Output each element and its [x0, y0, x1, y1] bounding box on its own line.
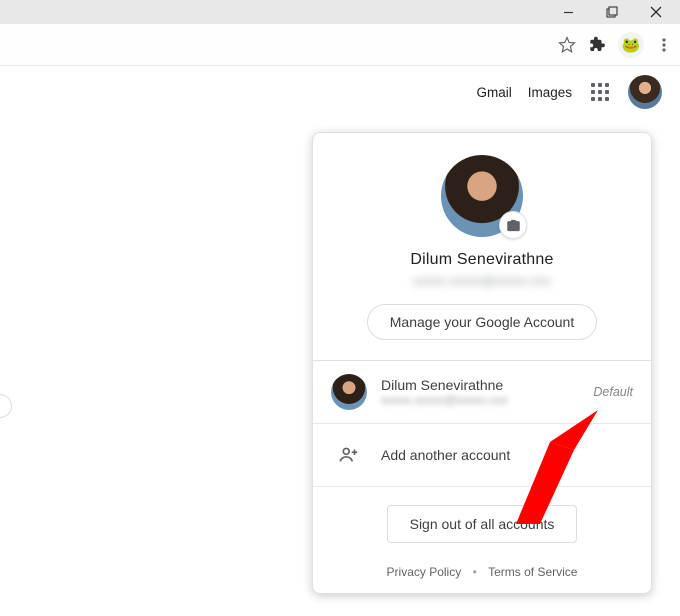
account-menu-footer: Privacy Policy • Terms of Service — [313, 565, 651, 579]
account-row-name: Dilum Senevirathne — [381, 377, 579, 393]
account-row[interactable]: Dilum Senevirathne xxxxx.xxxxx@xxxxx.xxx… — [313, 361, 651, 424]
profile-section: Dilum Senevirathne xxxxx.xxxxx@xxxxx.xxx… — [313, 133, 651, 361]
google-header: Gmail Images — [0, 66, 680, 118]
signout-section: Sign out of all accounts — [313, 487, 651, 551]
browser-profile-chip[interactable]: 🐸 — [618, 32, 644, 58]
browser-toolbar: 🐸 — [0, 24, 680, 66]
profile-email: xxxxx.xxxxx@xxxxx.xxx — [333, 273, 631, 288]
account-menu: Dilum Senevirathne xxxxx.xxxxx@xxxxx.xxx… — [312, 132, 652, 594]
carousel-nav-left[interactable] — [0, 394, 12, 418]
terms-link[interactable]: Terms of Service — [488, 565, 577, 579]
person-add-icon — [331, 437, 367, 473]
profile-name: Dilum Senevirathne — [333, 251, 631, 269]
privacy-policy-link[interactable]: Privacy Policy — [387, 565, 462, 579]
account-row-avatar — [331, 374, 367, 410]
window-maximize-button[interactable] — [590, 0, 634, 24]
account-row-text: Dilum Senevirathne xxxxx.xxxxx@xxxxx.xxx — [381, 377, 579, 407]
change-photo-button[interactable] — [499, 211, 527, 239]
default-account-tag: Default — [593, 385, 633, 399]
signout-button[interactable]: Sign out of all accounts — [387, 505, 578, 543]
add-account-label: Add another account — [381, 447, 510, 463]
footer-separator: • — [473, 565, 477, 579]
extensions-icon[interactable] — [588, 36, 606, 54]
avatar-wrap — [441, 155, 523, 237]
account-row-email: xxxxx.xxxxx@xxxxx.xxx — [381, 393, 579, 407]
google-apps-icon[interactable] — [588, 80, 612, 104]
images-link[interactable]: Images — [528, 85, 572, 100]
gmail-link[interactable]: Gmail — [476, 85, 511, 100]
add-account-row[interactable]: Add another account — [313, 424, 651, 487]
account-avatar-small[interactable] — [628, 75, 662, 109]
window-titlebar — [0, 0, 680, 24]
browser-menu-icon[interactable] — [656, 37, 672, 53]
bookmark-star-icon[interactable] — [558, 36, 576, 54]
manage-account-button[interactable]: Manage your Google Account — [367, 304, 597, 340]
camera-icon — [506, 218, 521, 233]
window-close-button[interactable] — [634, 0, 678, 24]
window-minimize-button[interactable] — [546, 0, 590, 24]
